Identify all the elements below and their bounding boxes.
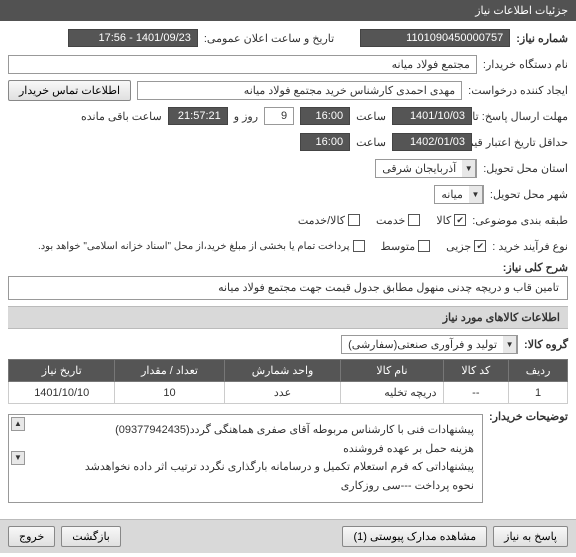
td-row: 1 [509, 382, 568, 404]
th-code: کد کالا [443, 360, 509, 382]
table-header-row: ردیف کد کالا نام کالا واحد شمارش تعداد /… [9, 360, 568, 382]
note-line: هزینه حمل بر عهده فروشنده [17, 440, 474, 459]
cat-goods-service-check[interactable]: کالا/خدمت [298, 214, 360, 227]
proc-medium-check[interactable]: متوسط [381, 240, 431, 253]
checkbox-icon[interactable] [353, 240, 365, 252]
city-label: شهر محل تحویل: [490, 188, 568, 201]
chevron-down-icon[interactable]: ▼ [462, 160, 476, 177]
th-unit: واحد شمارش [224, 360, 341, 382]
desc-label: شرح کلی نیاز: [503, 262, 568, 274]
th-qty: تعداد / مقدار [115, 360, 224, 382]
need-no-label: شماره نیاز: [516, 32, 568, 45]
note-line: پیشنهادات فنی با کارشناس مربوطه آقای صفر… [17, 421, 474, 440]
group-label: گروه کالا: [524, 338, 568, 351]
category-label: طبقه بندی موضوعی: [472, 214, 568, 227]
notes-label: توضیحات خریدار: [489, 410, 568, 423]
days-value: 9 [264, 107, 294, 125]
attachments-button[interactable]: مشاهده مدارک پیوستی (1) [342, 526, 487, 547]
group-value: تولید و فرآوری صنعتی(سفارشی) [342, 336, 503, 353]
remain-label: ساعت باقی مانده [81, 110, 162, 123]
window-title: جزئیات اطلاعات نیاز [475, 5, 568, 17]
checkbox-icon[interactable] [418, 240, 430, 252]
note-line: پیشنهاداتی که فرم استعلام تکمیل و درساما… [17, 458, 474, 477]
chevron-down-icon[interactable]: ▼ [503, 336, 517, 353]
checkbox-icon[interactable] [408, 214, 420, 226]
th-name: نام کالا [341, 360, 443, 382]
chevron-down-icon[interactable]: ▼ [469, 186, 483, 203]
days-label: روز و [234, 110, 258, 123]
td-unit: عدد [224, 382, 341, 404]
cat-service-check[interactable]: خدمت [376, 214, 420, 227]
items-table: ردیف کد کالا نام کالا واحد شمارش تعداد /… [8, 359, 568, 404]
reply-deadline-label: حداقل تاریخ اعتبار قیمت: تا تاریخ: [478, 136, 568, 149]
requester-label: ایجاد کننده درخواست: [468, 84, 568, 97]
proc-small-label: جزیی [446, 240, 471, 253]
buyer-org-label: نام دستگاه خریدار: [483, 58, 568, 71]
city-value: میانه [435, 186, 469, 203]
province-select[interactable]: ▼ آذربایجان شرقی [375, 159, 477, 178]
buyer-org-value: مجتمع فولاد میانه [8, 55, 477, 74]
send-deadline-time: 16:00 [300, 133, 350, 151]
announce-label: تاریخ و ساعت اعلان عمومی: [204, 32, 334, 45]
td-qty: 10 [115, 382, 224, 404]
items-section-title: اطلاعات کالاهای مورد نیاز [8, 306, 568, 329]
content: شماره نیاز: 1101090450000757 تاریخ و ساع… [0, 21, 576, 513]
send-deadline-date: 1402/01/03 [392, 133, 472, 151]
province-value: آذربایجان شرقی [376, 160, 462, 177]
reply-button[interactable]: پاسخ به نیاز [493, 526, 568, 547]
time-label-1: ساعت [356, 110, 386, 123]
th-row: ردیف [509, 360, 568, 382]
time-label-2: ساعت [356, 136, 386, 149]
send-deadline-label: مهلت ارسال پاسخ: تا تاریخ: [478, 110, 568, 123]
note-line: نحوه پرداخت ---سی روزکاری [17, 477, 474, 496]
cat-service-label: خدمت [376, 214, 405, 227]
proc-medium-label: متوسط [381, 240, 416, 253]
process-label: نوع فرآیند خرید : [492, 240, 568, 253]
need-no-value: 1101090450000757 [360, 29, 510, 47]
proc-small-check[interactable]: جزیی [446, 240, 486, 253]
scroll-down-icon[interactable]: ▼ [11, 451, 25, 465]
cat-goods-check[interactable]: کالا [436, 214, 466, 227]
reply-deadline-time: 16:00 [300, 107, 350, 125]
requester-value: مهدی احمدی کارشناس خرید مجتمع فولاد میان… [137, 81, 462, 100]
back-button[interactable]: بازگشت [61, 526, 121, 547]
checkbox-icon[interactable] [454, 214, 466, 226]
proc-note-check[interactable]: پرداخت تمام یا بخشی از مبلغ خرید،از محل … [38, 240, 365, 252]
table-row[interactable]: 1 -- دریچه تخلیه عدد 10 1401/10/10 [9, 382, 568, 404]
announce-value: 1401/09/23 - 17:56 [68, 29, 198, 47]
td-name: دریچه تخلیه [341, 382, 443, 404]
checkbox-icon[interactable] [348, 214, 360, 226]
cat-goods-label: کالا [436, 214, 451, 227]
titlebar: جزئیات اطلاعات نیاز [0, 0, 576, 21]
td-date: 1401/10/10 [9, 382, 115, 404]
scroll-up-icon[interactable]: ▲ [11, 417, 25, 431]
city-select[interactable]: ▼ میانه [434, 185, 484, 204]
checkbox-icon[interactable] [474, 240, 486, 252]
th-date: تاریخ نیاز [9, 360, 115, 382]
province-label: استان محل تحویل: [483, 162, 568, 175]
group-select[interactable]: ▼ تولید و فرآوری صنعتی(سفارشی) [341, 335, 518, 354]
reply-deadline-date: 1401/10/03 [392, 107, 472, 125]
cat-goods-service-label: کالا/خدمت [298, 214, 345, 227]
desc-value: تامین قاب و دریچه چدنی منهول مطابق جدول … [8, 276, 568, 300]
td-code: -- [443, 382, 509, 404]
window: جزئیات اطلاعات نیاز شماره نیاز: 11010904… [0, 0, 576, 557]
contact-buyer-button[interactable]: اطلاعات تماس خریدار [8, 80, 131, 101]
exit-button[interactable]: خروج [8, 526, 55, 547]
buyer-notes: ▲ ▼ پیشنهادات فنی با کارشناس مربوطه آقای… [8, 414, 483, 503]
proc-note-label: پرداخت تمام یا بخشی از مبلغ خرید،از محل … [38, 241, 350, 252]
countdown-value: 21:57:21 [168, 107, 228, 125]
footer-bar: پاسخ به نیاز مشاهده مدارک پیوستی (1) باز… [0, 519, 576, 553]
